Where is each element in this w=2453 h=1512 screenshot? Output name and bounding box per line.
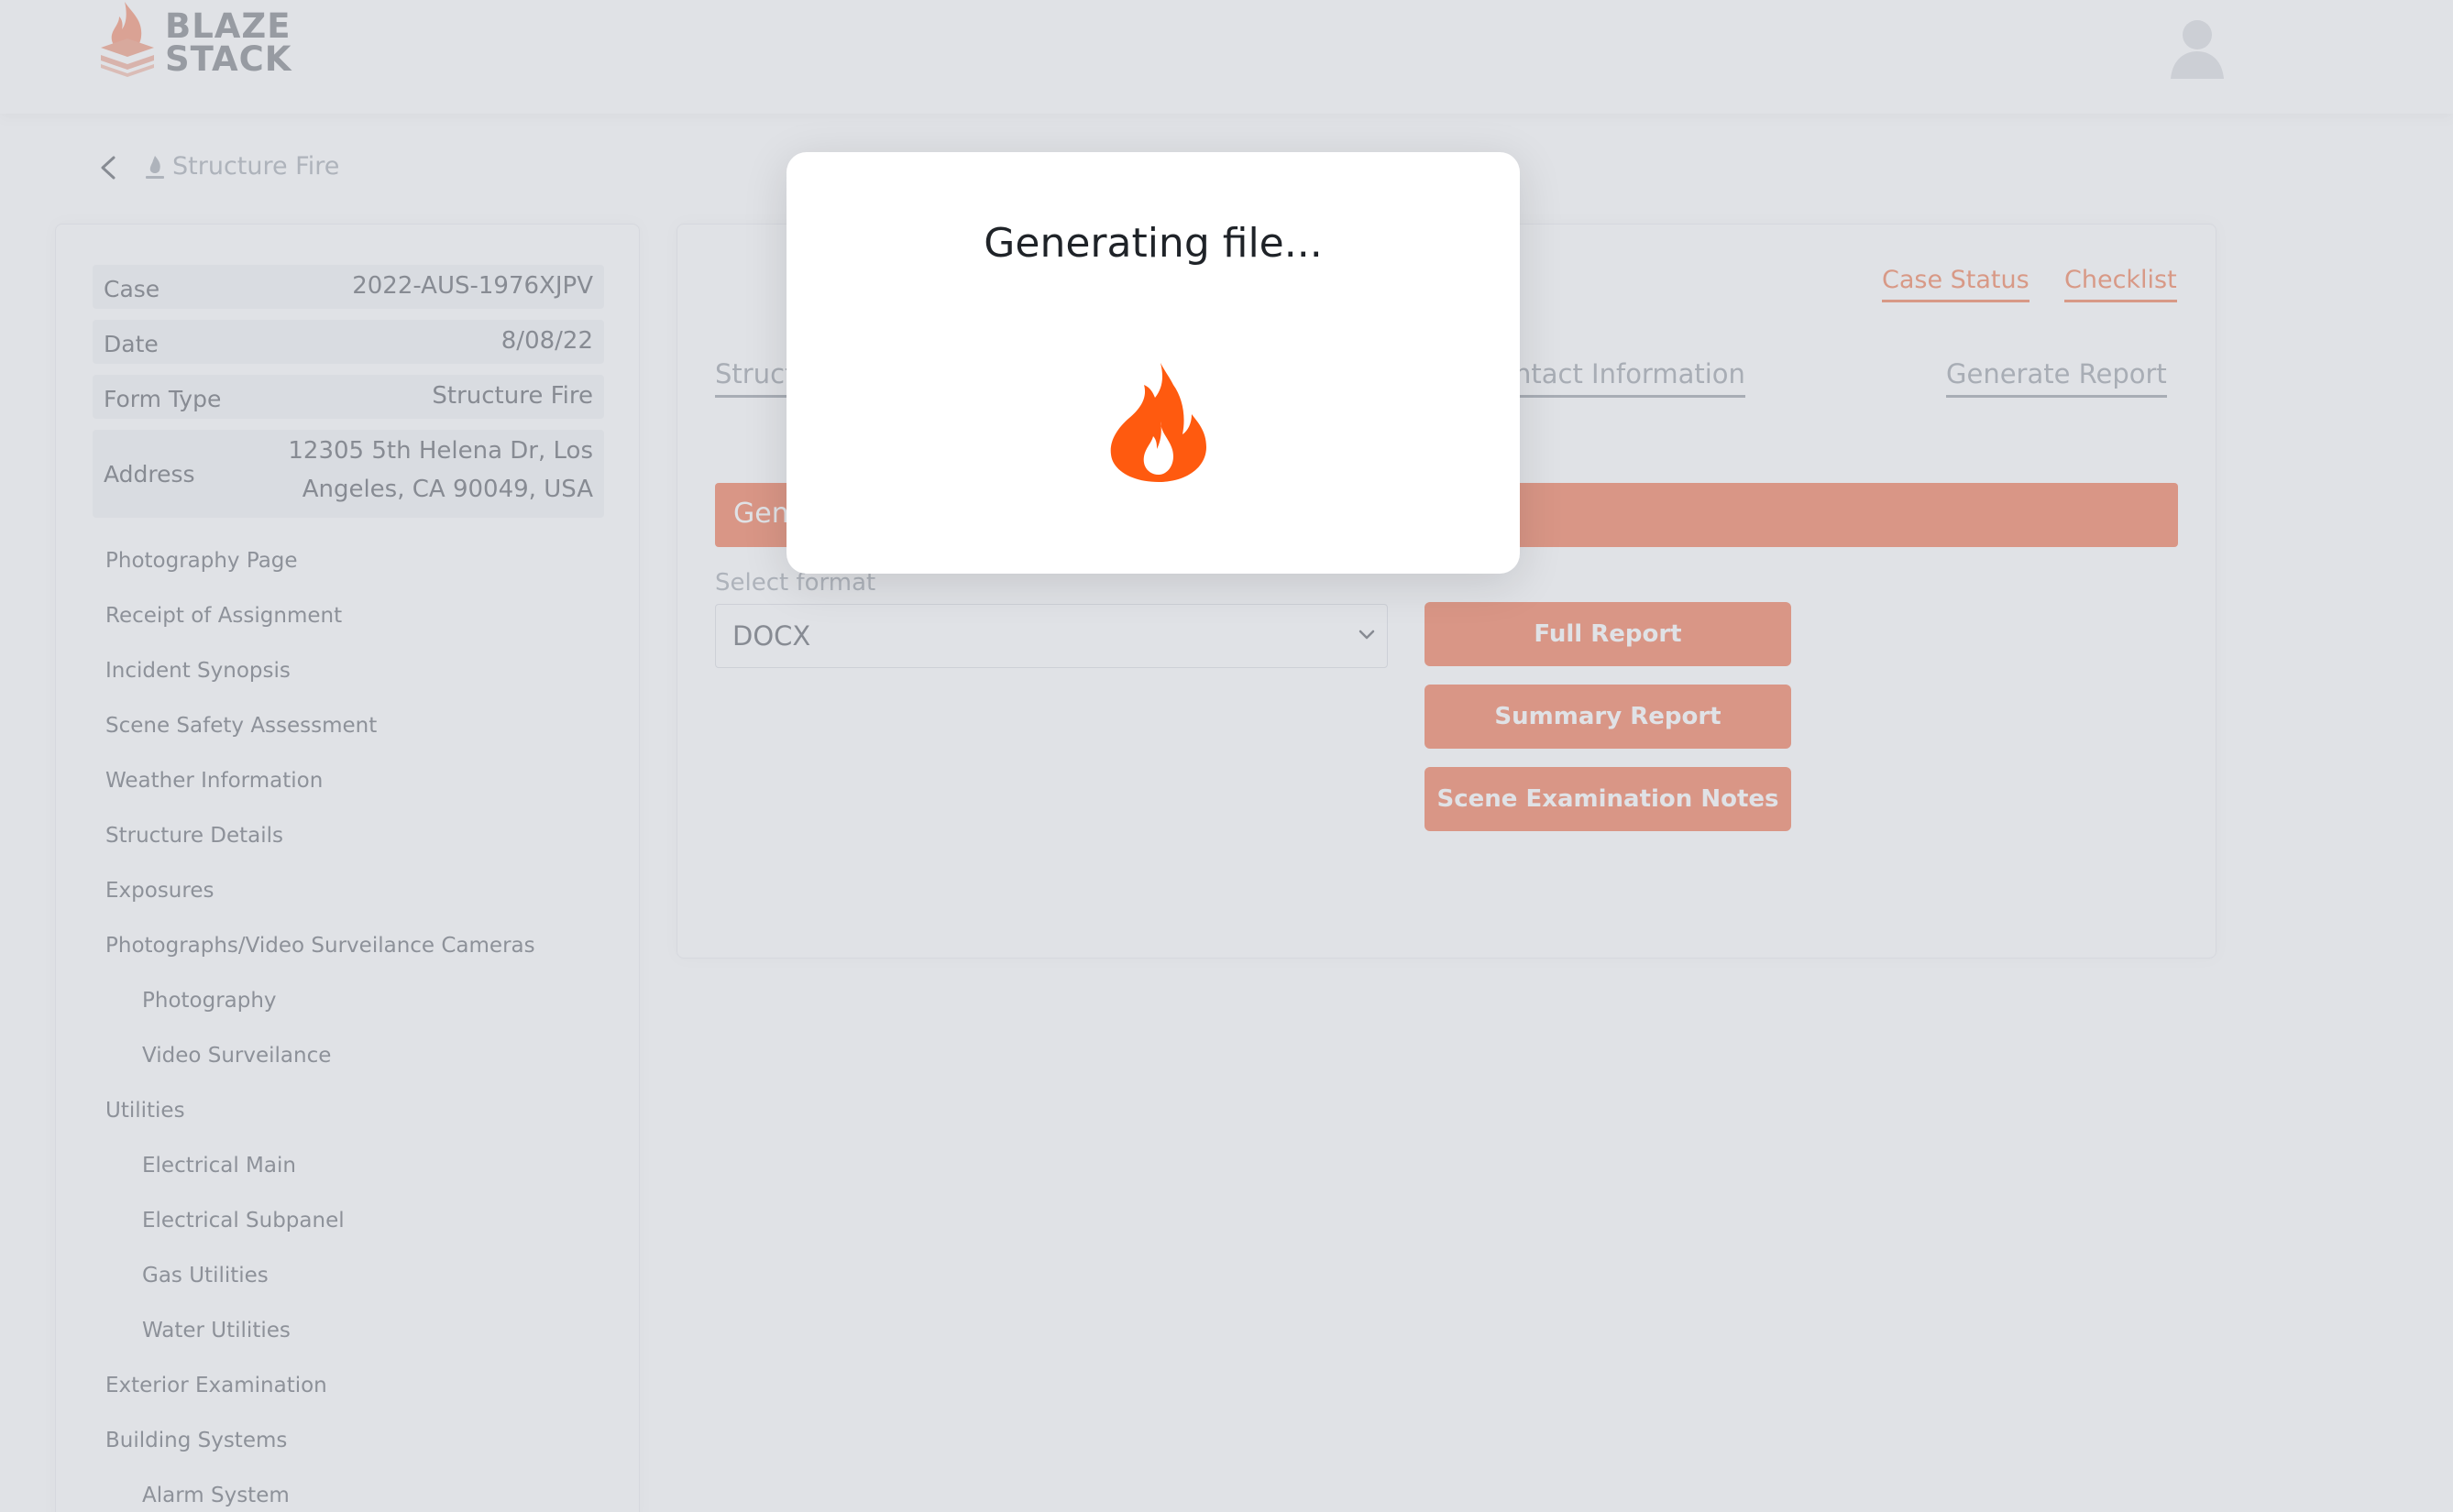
dialog-title: Generating file... <box>984 220 1323 267</box>
flame-loading-icon <box>1110 363 1206 482</box>
generating-file-dialog: Generating file... <box>786 152 1520 574</box>
